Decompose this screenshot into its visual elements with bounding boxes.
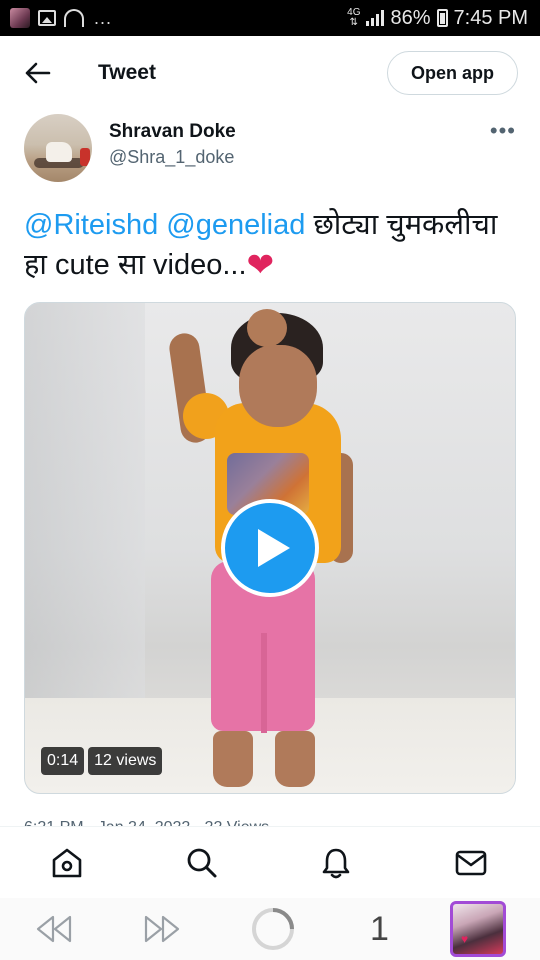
- tab-count[interactable]: 1: [370, 910, 389, 949]
- tweet-text: @Riteishd @geneliad छोट्या चुमकलीचा हा c…: [24, 205, 524, 285]
- open-app-button[interactable]: Open app: [386, 51, 518, 95]
- home-icon: [52, 848, 82, 877]
- rewind-button[interactable]: [34, 914, 74, 944]
- loading-spinner-icon: [252, 908, 294, 950]
- nav-search[interactable]: [183, 844, 221, 882]
- more-options-icon[interactable]: •••: [490, 118, 516, 144]
- loading-indicator: [250, 906, 296, 952]
- rewind-icon: [36, 915, 72, 943]
- profile-thumbnail[interactable]: ♥: [450, 901, 506, 957]
- search-icon: [187, 848, 217, 877]
- fast-forward-button[interactable]: [142, 914, 182, 944]
- author-handle[interactable]: @Shra_1_doke: [109, 144, 236, 170]
- video-views-badge: 12 views: [88, 747, 163, 775]
- messages-icon: [455, 850, 487, 875]
- mention-geneliad[interactable]: @geneliad: [166, 209, 305, 241]
- red-heart-emoji: ❤: [246, 246, 275, 283]
- mention-riteishd[interactable]: @Riteishd: [24, 209, 158, 241]
- notifications-icon: [323, 848, 350, 878]
- back-button[interactable]: [20, 55, 56, 91]
- nav-home[interactable]: [48, 844, 86, 882]
- image-notification-icon: [38, 10, 56, 26]
- arrow-left-icon: [25, 62, 51, 84]
- avatar[interactable]: [24, 114, 92, 182]
- browser-bottom-bar: 1 ♥: [0, 898, 540, 960]
- notification-thumbnail-icon: [10, 8, 30, 28]
- network-type-label: 4G ⇅: [347, 7, 361, 28]
- nav-messages[interactable]: [452, 844, 490, 882]
- play-button[interactable]: [221, 499, 319, 597]
- battery-icon: [436, 9, 448, 27]
- video-player[interactable]: 0:14 12 views: [24, 302, 516, 794]
- play-icon: [258, 529, 290, 567]
- heart-icon: ♥: [461, 932, 469, 946]
- author-display-name[interactable]: Shravan Doke: [109, 120, 236, 144]
- headphones-icon: [64, 9, 84, 27]
- fast-forward-icon: [144, 915, 180, 943]
- tweet-header: Tweet Open app: [0, 36, 540, 110]
- video-duration-badge: 0:14: [41, 747, 85, 775]
- bottom-navigation: [0, 826, 540, 898]
- page-title: Tweet: [98, 61, 156, 84]
- clock: 7:45 PM: [453, 6, 528, 29]
- tweet-timestamp: 6:21 PM · Jan 24, 2022 · 22 Views: [24, 818, 269, 826]
- battery-percent: 86%: [390, 6, 431, 29]
- status-bar: ... 4G ⇅ 86% 7:45 PM: [0, 0, 540, 36]
- nav-notifications[interactable]: [317, 844, 355, 882]
- tweet-author: Shravan Doke @Shra_1_doke •••: [24, 114, 520, 184]
- more-notifications-indicator: ...: [94, 7, 113, 28]
- signal-strength-icon: [366, 10, 385, 26]
